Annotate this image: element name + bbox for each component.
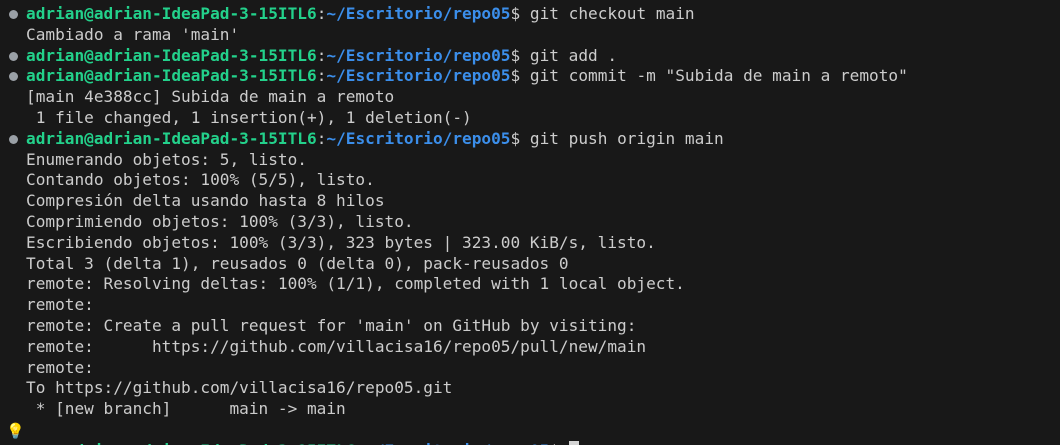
marker [0,316,26,337]
prompt-line: adrian@adrian-IdeaPad-3-15ITL6:~/Escrito… [0,4,1060,25]
output-text: remote: https://github.com/villacisa16/r… [26,336,647,356]
output-text: Comprimiendo objetos: 100% (3/3), listo. [26,211,414,231]
output-text: remote: Create a pull request for 'main'… [26,315,637,335]
command-decoration-dot-icon[interactable] [0,4,26,25]
output-line: Comprimiendo objetos: 100% (3/3), listo. [0,212,1060,233]
marker [0,25,26,46]
marker: 💡 [0,420,26,441]
output-text: [main 4e388cc] Subida de main a remoto [26,87,395,107]
prompt-line: adrian@adrian-IdeaPad-3-15ITL6:~/Escrito… [0,46,1060,67]
output-text: Contando objetos: 100% (5/5), listo. [26,170,375,190]
output-line: Contando objetos: 100% (5/5), listo. [0,170,1060,191]
marker [0,170,26,191]
command-text: git add . [529,45,618,65]
prompt-colon: : [316,66,327,86]
output-line: [main 4e388cc] Subida de main a remoto [0,87,1060,108]
prompt-path: ~/Escritorio/repo05 [326,4,511,23]
output-text: remote: [26,357,94,377]
output-text: remote: Resolving deltas: 100% (1/1), co… [26,274,685,294]
output-text: Cambiado a rama 'main' [26,24,240,44]
prompt-path: ~/Escritorio/repo05 [326,66,511,86]
output-line: remote: [0,295,1060,316]
prompt-colon: : [316,45,327,65]
output-line: 1 file changed, 1 insertion(+), 1 deleti… [0,108,1060,129]
active-prompt-line[interactable]: 💡 adrian@adrian-IdeaPad-3-15ITL6:~/Escrit… [0,420,1060,445]
output-line: * [new branch] main -> main [0,399,1060,420]
prompt-symbol: $ [549,441,559,445]
output-line: remote: Resolving deltas: 100% (1/1), co… [0,274,1060,295]
prompt-symbol: $ [510,45,521,65]
output-text: * [new branch] main -> main [26,399,346,419]
output-line: remote: Create a pull request for 'main'… [0,316,1060,337]
output-line: Compresión delta usando hasta 8 hilos [0,191,1060,212]
output-text: Total 3 (delta 1), reusados 0 (delta 0),… [26,253,569,273]
output-text: remote: [26,295,94,315]
output-line: Total 3 (delta 1), reusados 0 (delta 0),… [0,254,1060,275]
output-line: remote: https://github.com/villacisa16/r… [0,337,1060,358]
marker [0,274,26,295]
prompt-user-host: adrian@adrian-IdeaPad-3-15ITL6 [26,128,317,148]
command-text: git checkout main [529,4,695,23]
text-cursor [568,440,579,445]
output-text: 1 file changed, 1 insertion(+), 1 deleti… [26,107,472,127]
output-text: Compresión delta usando hasta 8 hilos [26,191,385,211]
command-decoration-dot-icon[interactable] [0,129,26,150]
output-line: Escribiendo objetos: 100% (3/3), 323 byt… [0,233,1060,254]
prompt-path: ~/Escritorio/repo05 [326,45,511,65]
terminal-output: adrian@adrian-IdeaPad-3-15ITL6:~/Escrito… [0,4,1060,420]
prompt-user-host: adrian@adrian-IdeaPad-3-15ITL6 [26,45,317,65]
prompt-colon: : [316,4,327,23]
command-text: git commit -m "Subida de main a remoto" [529,66,908,86]
prompt-path: ~/Escritorio/repo05 [326,128,511,148]
prompt-line: adrian@adrian-IdeaPad-3-15ITL6:~/Escrito… [0,66,1060,87]
output-line: To https://github.com/villacisa16/repo05… [0,378,1060,399]
prompt-user-host: adrian@adrian-IdeaPad-3-15ITL6 [65,441,356,445]
output-line: Cambiado a rama 'main' [0,25,1060,46]
lightbulb-icon[interactable]: 💡 [6,421,25,441]
prompt-colon: : [355,441,365,445]
marker [0,399,26,420]
prompt-line: adrian@adrian-IdeaPad-3-15ITL6:~/Escrito… [0,129,1060,150]
marker [0,337,26,358]
prompt-path: ~/Escritorio/repo05 [365,441,549,445]
marker [0,295,26,316]
marker [0,254,26,275]
terminal-window[interactable]: adrian@adrian-IdeaPad-3-15ITL6:~/Escrito… [0,0,1060,445]
output-text: Escribiendo objetos: 100% (3/3), 323 byt… [26,232,656,252]
output-line: remote: [0,358,1060,379]
marker [0,87,26,108]
marker [0,108,26,129]
marker [0,191,26,212]
prompt-user-host: adrian@adrian-IdeaPad-3-15ITL6 [26,4,317,23]
prompt-symbol: $ [510,128,521,148]
prompt-colon: : [316,128,327,148]
prompt-symbol: $ [510,66,521,86]
prompt-symbol: $ [510,4,521,23]
output-text: To https://github.com/villacisa16/repo05… [26,378,453,398]
command-decoration-dot-icon[interactable] [0,66,26,87]
marker [0,378,26,399]
marker [0,150,26,171]
output-line: Enumerando objetos: 5, listo. [0,150,1060,171]
prompt-user-host: adrian@adrian-IdeaPad-3-15ITL6 [26,66,317,86]
marker [0,212,26,233]
marker [0,233,26,254]
marker [0,358,26,379]
command-decoration-dot-icon[interactable] [0,46,26,67]
command-text: git push origin main [529,128,724,148]
output-text: Enumerando objetos: 5, listo. [26,149,307,169]
